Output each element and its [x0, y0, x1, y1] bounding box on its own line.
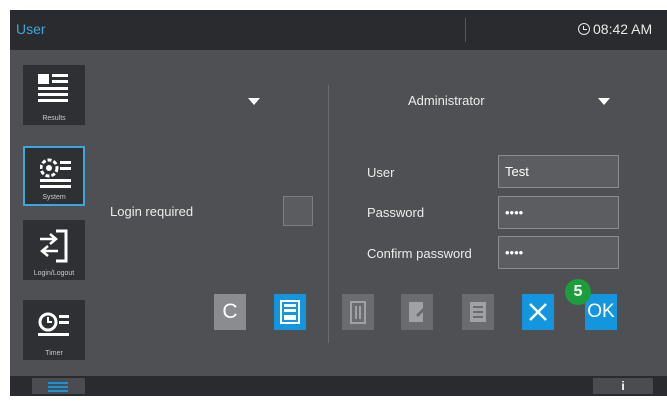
gear-list-icon [40, 158, 71, 188]
panel-divider [328, 85, 329, 343]
ok-button[interactable]: OK [585, 294, 617, 330]
login-logout-icon [40, 229, 68, 263]
edit-icon [409, 302, 429, 322]
save-button[interactable] [274, 294, 306, 330]
clock-time: 08:42 AM [593, 21, 653, 37]
sidebar-item-login-logout[interactable]: Login/Logout [23, 220, 85, 280]
chevron-down-icon [598, 98, 610, 105]
confirm-password-label: Confirm password [367, 246, 472, 261]
device-screen: User 08:42 AM Results System Login/Logou… [10, 10, 667, 396]
sidebar-item-label: Login/Logout [33, 270, 75, 277]
list-icon [470, 302, 486, 322]
step-badge: 5 [565, 279, 591, 305]
delete-button[interactable] [342, 294, 374, 330]
list-button[interactable] [462, 294, 494, 330]
hamburger-icon [48, 382, 68, 384]
close-icon [529, 303, 547, 321]
user-field[interactable]: Test [498, 155, 619, 188]
clock: 08:42 AM [578, 21, 652, 37]
top-bar: User 08:42 AM [10, 10, 667, 50]
sidebar-item-timer[interactable]: Timer [23, 300, 85, 360]
menu-button[interactable] [32, 378, 85, 394]
left-dropdown-arrow-icon[interactable] [248, 98, 260, 105]
clock-icon [578, 23, 590, 35]
trash-icon [350, 301, 366, 324]
timer-icon [38, 312, 69, 336]
results-icon [38, 74, 68, 102]
hamburger-icon [48, 386, 68, 388]
role-dropdown-value: Administrator [408, 93, 485, 108]
save-icon [280, 300, 300, 324]
close-button[interactable] [522, 294, 554, 330]
password-field[interactable]: •••• [498, 196, 619, 229]
info-button[interactable]: i [593, 378, 653, 394]
cancel-button[interactable]: C [214, 294, 246, 330]
sidebar-item-results[interactable]: Results [23, 65, 85, 125]
login-required-checkbox[interactable] [283, 196, 313, 226]
sidebar-item-system[interactable]: System [23, 146, 85, 206]
sidebar-item-label: Results [42, 115, 66, 122]
edit-button[interactable] [401, 294, 433, 330]
sidebar-item-label: Timer [45, 350, 63, 357]
user-label: User [367, 165, 395, 180]
bottom-bar: i [10, 376, 667, 396]
hamburger-icon [48, 390, 68, 392]
confirm-password-field[interactable]: •••• [498, 236, 619, 269]
sidebar-item-label: System [42, 194, 66, 201]
login-required-label: Login required [110, 204, 194, 219]
page-title: User [16, 21, 46, 37]
password-label: Password [367, 205, 425, 220]
header-divider [465, 18, 466, 42]
